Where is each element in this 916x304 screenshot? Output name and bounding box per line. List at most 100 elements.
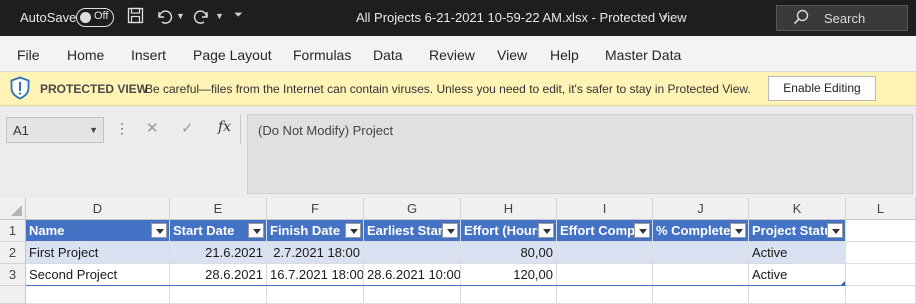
formula-divider	[240, 114, 241, 144]
column-header-j[interactable]: J	[653, 198, 749, 220]
header-label: Project Statu	[752, 223, 833, 238]
grid-cell[interactable]	[653, 286, 749, 304]
column-header-e[interactable]: E	[170, 198, 267, 220]
tab-master-data[interactable]: Master Data	[605, 47, 681, 63]
redo-icon[interactable]	[193, 7, 211, 30]
enable-editing-button[interactable]: Enable Editing	[768, 76, 876, 101]
select-all-button[interactable]	[0, 198, 26, 220]
tab-file[interactable]: File	[17, 47, 40, 63]
table-cell[interactable]: 16.7.2021 18:00	[267, 264, 364, 286]
grid-cell[interactable]	[26, 286, 170, 304]
grid-cell[interactable]	[846, 286, 916, 304]
grid-cell[interactable]	[364, 286, 461, 304]
save-icon[interactable]	[127, 7, 144, 29]
tab-page-layout[interactable]: Page Layout	[193, 47, 272, 63]
autosave-label: AutoSave	[20, 10, 77, 25]
column-header-l[interactable]: L	[846, 198, 916, 220]
column-header-f[interactable]: F	[267, 198, 364, 220]
table-header-cell[interactable]: % Complete	[653, 220, 749, 242]
grid-cell[interactable]	[557, 286, 653, 304]
filter-dropdown-icon[interactable]	[442, 223, 458, 238]
customize-toolbar-icon[interactable]: ⏷	[234, 9, 243, 22]
grid-cell[interactable]	[749, 286, 846, 304]
column-header-i[interactable]: I	[557, 198, 653, 220]
grid-cell[interactable]	[846, 242, 916, 264]
table-header-cell[interactable]: Finish Date	[267, 220, 364, 242]
tab-formulas[interactable]: Formulas	[293, 47, 351, 63]
tab-view[interactable]: View	[497, 47, 527, 63]
table-resize-handle[interactable]	[841, 281, 845, 285]
table-cell[interactable]: 28.6.2021 10:00	[364, 264, 461, 286]
more-options-icon[interactable]: ⋮	[115, 120, 129, 137]
autosave-toggle[interactable]: Off	[76, 8, 114, 27]
grid-cell[interactable]	[846, 220, 916, 242]
row-header-3[interactable]: 3	[0, 264, 26, 286]
undo-dropdown-icon[interactable]: ▼	[176, 11, 185, 21]
tab-home[interactable]: Home	[67, 47, 104, 63]
table-cell[interactable]: Second Project	[26, 264, 170, 286]
tab-data[interactable]: Data	[373, 47, 403, 63]
filter-dropdown-icon[interactable]	[634, 223, 650, 238]
grid-cell[interactable]	[170, 286, 267, 304]
filter-dropdown-icon[interactable]	[730, 223, 746, 238]
table-header-cell[interactable]: Effort Compl	[557, 220, 653, 242]
header-label: Name	[29, 223, 65, 238]
enter-icon[interactable]: ✓	[181, 119, 194, 137]
table-cell[interactable]: Active	[749, 242, 846, 264]
worksheet-grid: D E F G H I J K L 1 2 3 Name Start Date …	[0, 198, 916, 304]
protected-view-bar: PROTECTED VIEW Be careful—files from the…	[0, 72, 916, 106]
row-header-1[interactable]: 1	[0, 220, 26, 242]
column-header-g[interactable]: G	[364, 198, 461, 220]
filter-dropdown-icon[interactable]	[151, 223, 167, 238]
header-label: Start Date	[173, 223, 235, 238]
table-cell[interactable]: 2.7.2021 18:00	[267, 242, 364, 264]
shield-icon	[9, 76, 31, 100]
column-header-h[interactable]: H	[461, 198, 557, 220]
table-header-cell[interactable]: Earliest Start	[364, 220, 461, 242]
table-cell[interactable]	[557, 242, 653, 264]
table-cell[interactable]: 80,00	[461, 242, 557, 264]
filter-dropdown-icon[interactable]	[827, 223, 843, 238]
table-cell[interactable]: 28.6.2021	[170, 264, 267, 286]
name-box[interactable]: A1 ▼	[6, 117, 104, 143]
column-header-k[interactable]: K	[749, 198, 846, 220]
filter-dropdown-icon[interactable]	[538, 223, 554, 238]
table-cell[interactable]	[557, 264, 653, 286]
cancel-icon[interactable]: ✕	[146, 119, 159, 137]
table-header-cell[interactable]: Name	[26, 220, 170, 242]
table-header-cell[interactable]: Effort (Hours	[461, 220, 557, 242]
table-cell[interactable]: First Project	[26, 242, 170, 264]
grid-cell[interactable]	[461, 286, 557, 304]
table-header-cell[interactable]: Project Statu	[749, 220, 846, 242]
grid-cell[interactable]	[267, 286, 364, 304]
header-label: Finish Date	[270, 223, 341, 238]
redo-dropdown-icon[interactable]: ▼	[215, 11, 224, 21]
ribbon-tabs: File Home Insert Page Layout Formulas Da…	[0, 36, 916, 72]
tab-help[interactable]: Help	[550, 47, 579, 63]
protected-view-message: Be careful—files from the Internet can c…	[145, 82, 751, 96]
undo-icon[interactable]	[155, 7, 173, 30]
tab-insert[interactable]: Insert	[131, 47, 166, 63]
table-cell[interactable]	[653, 264, 749, 286]
autosave-state: Off	[94, 10, 109, 22]
row-header-2[interactable]: 2	[0, 242, 26, 264]
table-cell[interactable]: 120,00	[461, 264, 557, 286]
filter-dropdown-icon[interactable]	[345, 223, 361, 238]
table-cell[interactable]	[653, 242, 749, 264]
table-cell[interactable]: Active	[749, 264, 846, 286]
name-box-value: A1	[13, 123, 29, 138]
search-box[interactable]: Search	[776, 5, 908, 31]
column-header-d[interactable]: D	[26, 198, 170, 220]
title-dropdown-icon[interactable]: ▼	[661, 13, 669, 22]
chevron-down-icon[interactable]: ▼	[89, 125, 98, 135]
grid-cell[interactable]	[846, 264, 916, 286]
tab-review[interactable]: Review	[429, 47, 475, 63]
table-cell[interactable]: 21.6.2021	[170, 242, 267, 264]
formula-input[interactable]: (Do Not Modify) Project	[247, 114, 913, 194]
table-cell[interactable]	[364, 242, 461, 264]
title-bar: AutoSave Off ▼ ▼ ⏷ All Projects 6-21-202…	[0, 0, 916, 36]
filter-dropdown-icon[interactable]	[248, 223, 264, 238]
insert-function-icon[interactable]: fx	[218, 119, 231, 135]
row-header-4[interactable]	[0, 286, 26, 304]
table-header-cell[interactable]: Start Date	[170, 220, 267, 242]
